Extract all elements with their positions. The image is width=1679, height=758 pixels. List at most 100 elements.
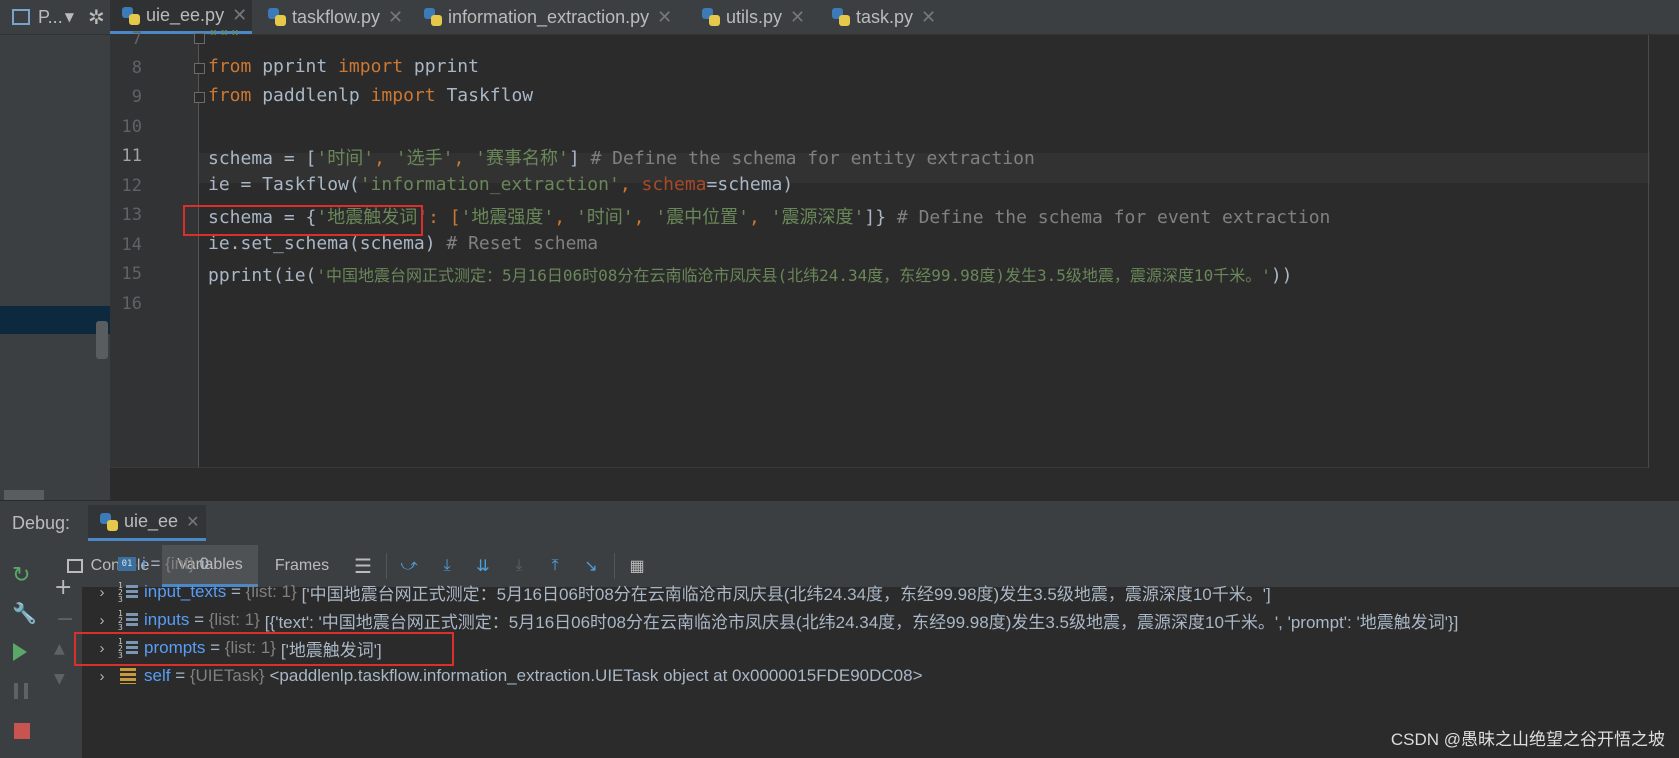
line-number: 10	[121, 117, 142, 137]
keyword: import	[370, 85, 436, 106]
highlight-box-schema	[183, 205, 423, 236]
code-text: schema = [	[208, 148, 317, 169]
fold-marker-icon[interactable]	[194, 33, 205, 44]
string-literal: '时间'	[575, 207, 634, 228]
tab-information-extraction[interactable]: information_extraction.py ✕	[412, 0, 690, 34]
console-icon	[66, 559, 83, 573]
stop-icon[interactable]	[14, 723, 30, 739]
close-icon[interactable]: ✕	[232, 5, 247, 26]
code-line-8: from pprint import pprint	[208, 56, 479, 77]
line-number: 9	[131, 87, 142, 107]
settings-icon[interactable]: ✲	[88, 5, 105, 29]
add-watch-icon[interactable]: +	[54, 575, 72, 600]
editor-right-strip	[1650, 35, 1679, 500]
line-number: 13	[121, 205, 142, 225]
variable-row[interactable]: 01 i = {int} 0	[82, 549, 209, 579]
line-number: 12	[121, 176, 142, 196]
code-text: ]	[568, 148, 591, 169]
punct: ,	[374, 148, 396, 169]
fold-marker-icon[interactable]	[194, 92, 205, 103]
variable-value: 0	[199, 554, 209, 573]
tab-taskflow[interactable]: taskflow.py ✕	[256, 0, 406, 34]
code-editor[interactable]: 7 8 9 10 11 12 13 14 15 16 """ from ppri…	[110, 27, 1650, 467]
close-icon[interactable]: ✕	[186, 512, 199, 531]
string-literal: 'information_extraction'	[359, 174, 620, 195]
tab-label: information_extraction.py	[448, 6, 650, 27]
keyword: from	[208, 85, 252, 106]
variable-row[interactable]: › 123 input_texts = {list: 1} ['中国地震台网正式…	[82, 577, 1271, 607]
code-line-14: ie.set_schema(schema) # Reset schema	[208, 233, 598, 254]
code-text: pprint(ie(	[208, 265, 317, 286]
python-file-icon	[424, 8, 442, 26]
variable-type: {list: 1}	[208, 610, 260, 629]
close-icon[interactable]: ✕	[388, 7, 403, 28]
watermark: CSDN @愚昧之山绝望之谷开悟之坡	[1390, 730, 1665, 749]
code-line-7: """	[208, 27, 241, 48]
string-literal: '选手'	[395, 148, 454, 169]
variable-type: {UIETask}	[189, 666, 265, 685]
code-text: ]}	[864, 207, 897, 228]
settings-wrench-icon[interactable]: 🔧	[12, 601, 37, 625]
variable-value: [{'text': '中国地震台网正式测定：5月16日06时08分在云南临沧市凤…	[264, 612, 1459, 632]
python-file-icon	[702, 8, 720, 26]
line-number: 11	[121, 146, 142, 166]
close-icon[interactable]: ✕	[657, 7, 672, 28]
tab-task[interactable]: task.py ✕	[820, 0, 944, 34]
python-file-icon	[832, 8, 850, 26]
chevron-right-icon[interactable]: ›	[92, 612, 112, 629]
close-icon[interactable]: ✕	[790, 7, 805, 28]
punct: ,	[633, 207, 656, 228]
scrollbar-thumb[interactable]	[96, 321, 108, 359]
project-icon	[12, 9, 30, 25]
string-literal: '赛事名称'	[475, 148, 569, 169]
object-icon	[120, 668, 136, 684]
comment: # Define the schema for event extraction	[896, 207, 1331, 228]
comment: # Reset schema	[446, 233, 599, 254]
python-file-icon	[268, 8, 286, 26]
code-text: ))	[1270, 265, 1293, 286]
string-literal: '中国地震台网正式测定：5月16日06时08分在云南临沧市凤庆县(北纬24.34…	[316, 266, 1271, 285]
move-up-icon[interactable]: ▲	[54, 641, 65, 657]
equals-sign: =	[145, 554, 166, 573]
project-tool-button[interactable]: P... ▼ ✲	[0, 0, 110, 34]
list-icon: 123	[118, 582, 138, 604]
remove-watch-icon[interactable]: −	[56, 607, 74, 632]
import-name: Taskflow	[435, 85, 534, 106]
tab-label: taskflow.py	[292, 6, 381, 27]
int-icon: 01	[118, 557, 136, 571]
horizontal-scrollbar[interactable]	[4, 490, 44, 500]
variable-name: input_texts	[144, 582, 227, 601]
variable-row[interactable]: › 123 inputs = {list: 1} [{'text': '中国地震…	[82, 605, 1459, 635]
tab-label: task.py	[856, 6, 914, 27]
chevron-right-icon[interactable]: ›	[92, 668, 112, 685]
toolbar-separator	[386, 553, 387, 579]
debug-session-tab[interactable]: uie_ee ✕	[88, 505, 206, 541]
fold-marker-icon[interactable]	[194, 63, 205, 74]
pause-icon[interactable]	[14, 683, 28, 699]
string-literal: '震源深度'	[770, 207, 865, 228]
move-down-icon[interactable]: ▼	[54, 671, 65, 687]
variable-name: self	[144, 666, 171, 685]
toolbar-separator	[614, 553, 615, 579]
punct: ,	[453, 148, 476, 169]
chevron-right-icon[interactable]: ›	[92, 584, 112, 601]
string-literal: '震中位置'	[655, 207, 750, 228]
variable-type: {int}	[165, 554, 195, 573]
line-number: 16	[121, 294, 142, 314]
debug-session-label: uie_ee	[124, 511, 179, 531]
code-line-9: from paddlenlp import Taskflow	[208, 85, 533, 106]
chevron-down-icon[interactable]: ▼	[65, 10, 74, 24]
comment: # Define the schema for entity extractio…	[590, 148, 1035, 169]
resume-icon[interactable]	[13, 643, 27, 661]
string-literal: '地震强度'	[460, 207, 555, 228]
rerun-icon[interactable]: ↻	[12, 563, 30, 588]
project-panel-selection[interactable]	[0, 306, 110, 334]
close-icon[interactable]: ✕	[921, 7, 936, 28]
line-number-gutter: 7 8 9 10 11 12 13 14 15 16	[110, 29, 198, 467]
variable-value: ['中国地震台网正式测定：5月16日06时08分在云南临沧市凤庆县(北纬24.3…	[301, 584, 1271, 604]
keyword-argument: schema	[641, 174, 707, 195]
right-margin-guide	[1648, 35, 1649, 467]
tab-utils[interactable]: utils.py ✕	[690, 0, 824, 34]
list-icon: 123	[118, 610, 138, 632]
punct: ,	[554, 207, 576, 228]
